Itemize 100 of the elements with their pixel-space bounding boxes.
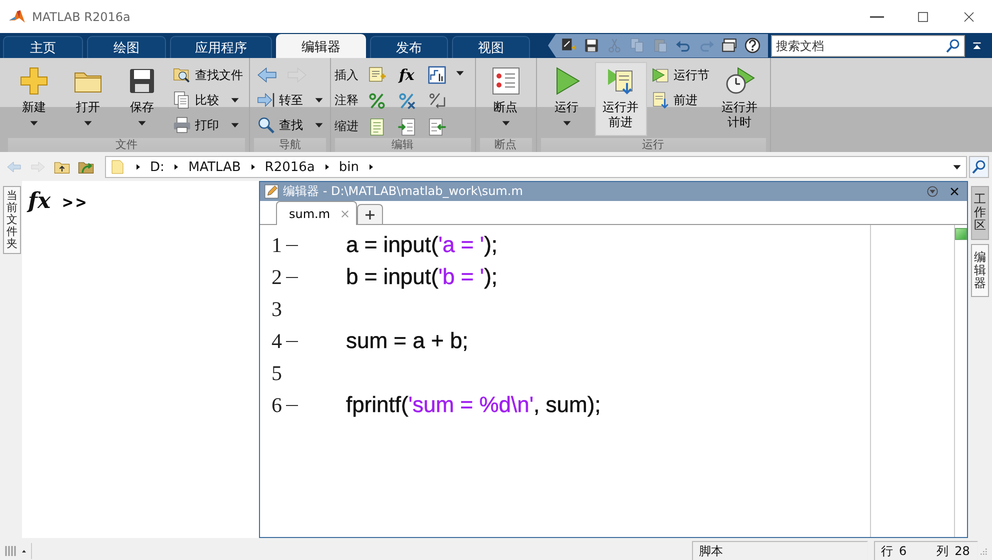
file-type-label: 脚本 bbox=[699, 542, 723, 560]
ribbon-tab[interactable]: 应用程序 bbox=[170, 36, 272, 58]
copy-icon bbox=[628, 37, 646, 54]
dropdown-caret-icon bbox=[137, 118, 147, 128]
paste-icon bbox=[652, 37, 668, 54]
code-line: sum = a + b; bbox=[346, 328, 468, 354]
indent-icon bbox=[396, 116, 417, 137]
ribbon-button[interactable]: 断点 bbox=[480, 62, 532, 136]
code-line: b = input('b = '); bbox=[346, 264, 498, 290]
ribbon-button[interactable]: 新建 bbox=[8, 62, 60, 136]
plus-icon bbox=[18, 65, 50, 97]
side-tab[interactable]: 工作区 bbox=[971, 186, 989, 240]
line-value: 6 bbox=[899, 544, 907, 558]
dropdown-caret-icon bbox=[314, 95, 324, 105]
line-number: 2 bbox=[270, 264, 282, 290]
chevron-icon bbox=[172, 163, 180, 171]
search-field[interactable]: 搜索文档 bbox=[771, 34, 965, 56]
group-label: 文件 bbox=[8, 138, 245, 152]
dropdown-caret-icon bbox=[230, 95, 240, 105]
path-segment[interactable]: MATLAB bbox=[188, 160, 241, 174]
percent-wrap-icon bbox=[426, 90, 447, 111]
printer-icon bbox=[172, 115, 192, 135]
dropdown-caret-icon bbox=[29, 118, 39, 128]
folder-icon bbox=[110, 157, 126, 177]
menu-icon bbox=[926, 185, 939, 198]
ribbon-button[interactable]: 打印 bbox=[170, 114, 245, 136]
line-label: 行 bbox=[881, 542, 893, 560]
side-tab[interactable]: 编辑器 bbox=[971, 244, 989, 298]
ribbon-button[interactable]: 运行并 计时 bbox=[714, 62, 766, 136]
dropdown-caret-icon bbox=[500, 118, 511, 128]
forward-arrow-icon bbox=[29, 159, 47, 175]
dropdown-caret-icon bbox=[314, 120, 324, 130]
goto-arrow-icon bbox=[256, 90, 276, 110]
line-number: 6 bbox=[270, 392, 282, 418]
advance-icon bbox=[650, 90, 671, 110]
plus-icon bbox=[364, 208, 376, 220]
group-label: 编辑 bbox=[334, 138, 471, 152]
panel-layout-button[interactable] bbox=[4, 543, 32, 559]
ribbon-button[interactable]: 运行节 bbox=[648, 64, 712, 86]
dropdown-caret-icon bbox=[230, 120, 240, 130]
percent-cross-icon bbox=[396, 90, 417, 111]
outdent-icon bbox=[426, 116, 447, 137]
path-segment[interactable]: bin bbox=[338, 160, 359, 174]
command-prompt: >> bbox=[62, 192, 90, 215]
save-icon bbox=[582, 37, 600, 54]
row-label: 缩进 bbox=[334, 118, 359, 136]
status-indicator bbox=[955, 228, 967, 240]
breakpoints-icon bbox=[490, 65, 522, 97]
close-icon bbox=[949, 186, 960, 197]
ribbon-tab[interactable]: 绘图 bbox=[87, 36, 166, 58]
pencil-icon bbox=[264, 184, 279, 199]
ribbon-button[interactable]: 比较 bbox=[170, 89, 245, 111]
column-label: 列 bbox=[936, 542, 949, 560]
code-line: a = input('a = '); bbox=[346, 232, 498, 258]
dropdown-caret-icon bbox=[952, 162, 962, 172]
side-tab[interactable]: 当前文件夹 bbox=[3, 186, 21, 254]
minimize-icon bbox=[870, 16, 884, 18]
line-number: 5 bbox=[270, 360, 282, 386]
path-segment[interactable]: D: bbox=[150, 160, 164, 174]
ribbon-button[interactable]: 查找文件 bbox=[170, 64, 245, 86]
line-number: 4 bbox=[270, 328, 282, 354]
magnifier-icon bbox=[256, 115, 276, 135]
window-title: MATLAB R2016a bbox=[32, 10, 132, 24]
row-label: 注释 bbox=[334, 92, 359, 110]
function-browser-button[interactable]: fx bbox=[28, 189, 51, 213]
chevron-icon bbox=[322, 163, 331, 171]
percent-icon bbox=[366, 90, 387, 111]
path-field[interactable]: D: MATLAB R2016a bin bbox=[105, 156, 967, 178]
dropdown-caret-icon bbox=[562, 118, 572, 128]
chevron-icon bbox=[248, 163, 257, 171]
chevron-icon bbox=[134, 163, 142, 171]
function-box-icon bbox=[426, 65, 447, 86]
cut-icon bbox=[606, 37, 622, 54]
group-label: 导航 bbox=[254, 138, 326, 152]
chevron-icon bbox=[367, 163, 375, 171]
search-icon bbox=[971, 159, 987, 175]
ribbon-button[interactable]: 查找 bbox=[254, 114, 326, 136]
dropdown-caret-icon bbox=[83, 118, 93, 128]
resize-grip-icon bbox=[978, 546, 988, 556]
line-number: 3 bbox=[270, 296, 282, 322]
ribbon-button[interactable]: 前进 bbox=[648, 89, 712, 111]
path-segment[interactable]: R2016a bbox=[264, 160, 315, 174]
ribbon-tab[interactable]: 视图 bbox=[452, 36, 530, 58]
ribbon-tab[interactable]: 编辑器 bbox=[276, 34, 366, 58]
editor-title: 编辑器 - D:\MATLAB\matlab_work\sum.m bbox=[283, 183, 524, 200]
ribbon-button[interactable]: 打开 bbox=[62, 62, 114, 136]
new-tab-button[interactable] bbox=[357, 204, 384, 224]
insert-function-button[interactable]: fx bbox=[394, 64, 419, 86]
toolbar-button[interactable] bbox=[742, 36, 762, 56]
file-tab[interactable]: sum.m bbox=[276, 201, 358, 225]
ribbon-button[interactable]: 转至 bbox=[254, 89, 326, 111]
ribbon-tab[interactable]: 主页 bbox=[3, 36, 83, 58]
search-button[interactable] bbox=[969, 156, 989, 178]
ribbon-tab[interactable]: 发布 bbox=[370, 36, 448, 58]
code-line: fprintf('sum = %d\n', sum); bbox=[346, 392, 601, 418]
ribbon-button[interactable]: 运行并 前进 bbox=[594, 62, 647, 136]
ribbon-button[interactable]: 保存 bbox=[116, 62, 168, 136]
ribbon-button[interactable]: 运行 bbox=[540, 62, 593, 136]
row-label: 插入 bbox=[334, 66, 359, 84]
line-number: 1 bbox=[270, 232, 282, 258]
